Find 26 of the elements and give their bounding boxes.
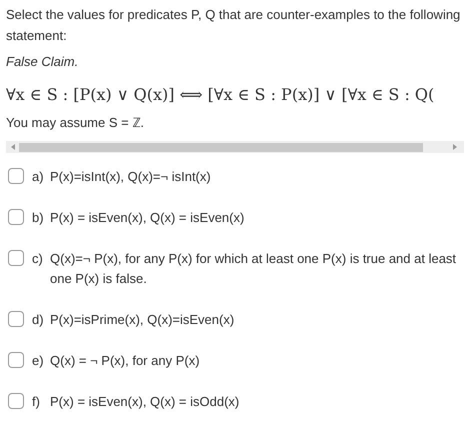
formula: ∀x ∈ S : [P(x) ∨ Q(x)] ⟺ [∀x ∈ S : P(x)] ∨ [∀x ∈ S : Q( [6, 84, 434, 106]
option-text: Q(x)=¬ P(x), for any P(x) for which at least one P(x) is true and at least one P(x) is false. [50, 250, 458, 288]
option-letter: d) [32, 311, 45, 329]
horizontal-scrollbar[interactable] [6, 141, 464, 153]
option-text: Q(x) = ¬ P(x), for any P(x) [50, 352, 201, 370]
checkbox[interactable] [8, 311, 24, 327]
option-text: P(x) = isEven(x), Q(x) = isOdd(x) [50, 393, 240, 411]
checkbox[interactable] [8, 168, 24, 184]
question-prompt: Select the values for predicates P, Q that are counter-examples to the following statement: [6, 6, 462, 45]
assumption-text: You may assume S = ℤ. [6, 114, 145, 132]
option-letter: a) [32, 168, 45, 186]
checkbox[interactable] [8, 393, 24, 409]
checkbox[interactable] [8, 250, 24, 266]
option-letter: f) [32, 393, 41, 411]
option-text: P(x) = isEven(x), Q(x) = isEven(x) [50, 209, 246, 227]
option-letter: c) [32, 250, 44, 268]
option-text: P(x)=isPrime(x), Q(x)=isEven(x) [50, 311, 236, 329]
option-letter: e) [32, 352, 45, 370]
right-arrow-icon[interactable] [452, 144, 458, 150]
option-text: P(x)=isInt(x), Q(x)=¬ isInt(x) [50, 168, 212, 186]
left-arrow-icon[interactable] [10, 144, 16, 150]
scrollbar-thumb[interactable] [19, 142, 423, 152]
option-letter: b) [32, 209, 45, 227]
checkbox[interactable] [8, 352, 24, 368]
claim-label: False Claim. [6, 53, 80, 71]
checkbox[interactable] [8, 209, 24, 225]
